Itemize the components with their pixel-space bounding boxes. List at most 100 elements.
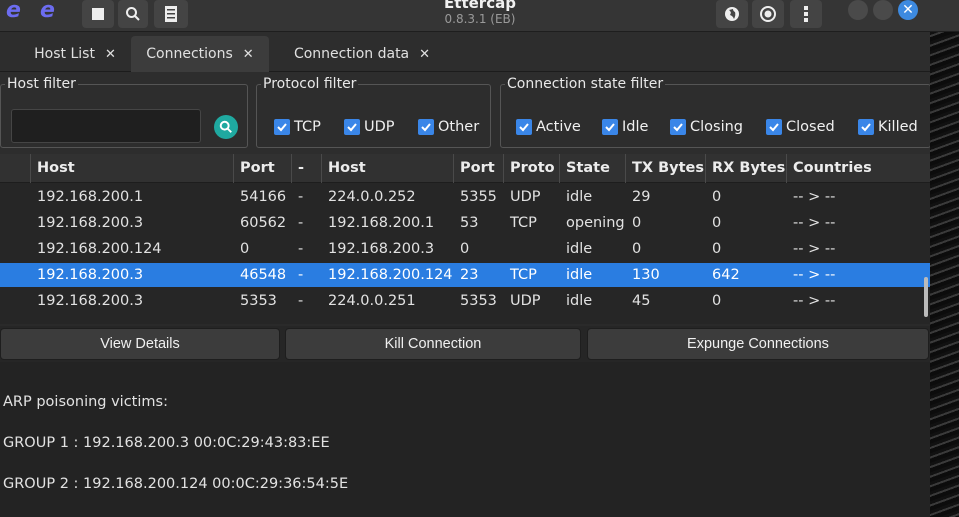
tab-label: Connection data (293, 46, 410, 62)
cell-dest-host: 192.168.200.1 (328, 215, 435, 231)
table-row[interactable]: 192.168.200.1 54166- 224.0.0.252 5355 UDP idl… (0, 185, 930, 209)
column-header-proto[interactable]: Proto (504, 154, 560, 183)
state-closed-checkbox[interactable]: Closed (766, 117, 835, 137)
column-header-dest-host[interactable]: Host (322, 154, 454, 183)
host-filter-search-button[interactable] (214, 115, 238, 139)
checkbox-check-icon (670, 119, 686, 135)
mitm-button[interactable] (752, 0, 784, 28)
checkbox-check-icon (858, 119, 874, 135)
header-bar: e e Ettercap 0.8.3.1 (EB) ✕ (0, 0, 959, 32)
cell-state: idle (566, 267, 593, 283)
protocol-other-checkbox[interactable]: Other (418, 117, 479, 137)
log-line: GROUP 1 : 192.168.200.3 00:0C:29:43:83:E… (3, 435, 330, 451)
ettercap-logo-icon-2[interactable]: e (40, 0, 55, 22)
cell-dest-host: 224.0.0.251 (328, 293, 416, 309)
cell-state: idle (566, 189, 593, 205)
tab-label: Host List (34, 46, 95, 62)
cell-countries: -- > -- (793, 215, 836, 231)
action-button-bar: View Details Kill Connection Expunge Con… (0, 326, 930, 362)
host-filter-label: Host filter (5, 75, 78, 93)
table-row[interactable]: 192.168.200.124 0 - 192.168.200.3 0 idle 0 0 -- … (0, 237, 930, 261)
tab-close-icon[interactable]: ✕ (419, 47, 430, 62)
cell-dest-port: 23 (460, 267, 479, 283)
ettercap-logo-icon[interactable]: e (6, 0, 21, 22)
hosts-list-button[interactable] (154, 0, 188, 28)
close-window-button[interactable]: ✕ (898, 0, 918, 20)
checkbox-label: Other (438, 119, 480, 135)
checkbox-check-icon (516, 119, 532, 135)
checkbox-label: Idle (622, 119, 649, 135)
cell-dest-host: 224.0.0.252 (328, 189, 416, 205)
checkbox-check-icon (274, 119, 290, 135)
tab-connections[interactable]: Connections ✕ (131, 36, 269, 72)
search-icon (126, 7, 140, 21)
cell-rx-bytes: 0 (712, 189, 722, 205)
plugins-button[interactable] (716, 0, 748, 28)
table-row[interactable]: 192.168.200.3 60562- 192.168.200.1 53 TCP ope… (0, 211, 930, 235)
state-closing-checkbox[interactable]: Closing (670, 117, 743, 137)
cell-proto: UDP (510, 189, 541, 205)
tab-label: Connections (146, 46, 233, 62)
cell-separator: - (298, 215, 304, 231)
cell-state: idle (566, 241, 593, 257)
tab-close-icon[interactable]: ✕ (105, 47, 116, 62)
cell-source-host: 192.168.200.3 (37, 293, 144, 309)
connections-table: Host Port - Host Port Proto State TX Byt… (0, 154, 930, 324)
table-row[interactable]: 192.168.200.3 46548- 192.168.200.124 23 TCP i… (0, 263, 930, 287)
desktop-background (930, 32, 959, 517)
column-header-dest-port[interactable]: Port (454, 154, 504, 183)
tab-connection-data[interactable]: Connection data ✕ (282, 36, 442, 72)
hosts-icon (165, 6, 177, 22)
log-line: ARP poisoning victims: (3, 394, 168, 410)
protocol-udp-checkbox[interactable]: UDP (344, 117, 395, 137)
column-header-rx-bytes[interactable]: RX Bytes (706, 154, 787, 183)
host-filter-input[interactable] (11, 109, 201, 143)
checkbox-label: TCP (294, 119, 321, 135)
tab-host-list[interactable]: Host List ✕ (20, 36, 130, 72)
checkbox-label: UDP (364, 119, 395, 135)
cell-countries: -- > -- (793, 293, 836, 309)
filter-panel: Host filter Protocol filter TCP UDP Othe… (0, 72, 935, 154)
message-log: ARP poisoning victims: GROUP 1 : 192.168… (0, 362, 930, 517)
cell-proto (504, 237, 510, 261)
column-header-state[interactable]: State (560, 154, 626, 183)
column-header-tx-bytes[interactable]: TX Bytes (626, 154, 706, 183)
tab-bar: Host List ✕ Connections ✕ Connection dat… (0, 32, 935, 72)
checkbox-label: Closed (786, 119, 835, 135)
cell-tx-bytes: 130 (632, 267, 660, 283)
expunge-connections-button[interactable]: Expunge Connections (587, 328, 929, 360)
cell-countries: -- > -- (793, 267, 836, 283)
minimize-button[interactable] (848, 0, 868, 20)
table-scrollbar[interactable] (924, 277, 928, 317)
column-header-source-host[interactable]: Host (31, 154, 234, 183)
state-killed-checkbox[interactable]: Killed (858, 117, 918, 137)
stop-sniffing-button[interactable] (82, 0, 114, 28)
checkbox-check-icon (602, 119, 618, 135)
cell-state: idle (566, 293, 593, 309)
kill-connection-button[interactable]: Kill Connection (285, 328, 581, 360)
tab-close-icon[interactable]: ✕ (243, 47, 254, 62)
cell-rx-bytes: 0 (712, 293, 722, 309)
protocol-filter-group: Protocol filter (256, 75, 491, 148)
column-header-separator[interactable]: - (292, 154, 322, 183)
protocol-tcp-checkbox[interactable]: TCP (274, 117, 321, 137)
cell-proto: TCP (510, 215, 537, 231)
column-header-source-port[interactable]: Port (234, 154, 292, 183)
table-row[interactable]: 192.168.200.3 5353 - 224.0.0.251 5353 UDP idle… (0, 289, 930, 313)
cell-source-port: 54166 (240, 189, 287, 205)
scan-hosts-button[interactable] (118, 0, 148, 28)
cell-state: opening (566, 215, 625, 231)
log-line: GROUP 2 : 192.168.200.124 00:0C:29:36:54… (3, 476, 349, 492)
view-details-button[interactable]: View Details (0, 328, 280, 360)
cell-source-port: 0 (240, 241, 250, 257)
globe-icon (725, 7, 739, 21)
state-idle-checkbox[interactable]: Idle (602, 117, 648, 137)
column-header-countries[interactable]: Countries (787, 154, 930, 183)
cell-source-port: 60562 (240, 215, 287, 231)
cell-dest-port: 5353 (460, 293, 497, 309)
maximize-button[interactable] (873, 0, 893, 20)
menu-button[interactable] (790, 0, 822, 28)
stop-icon (92, 8, 104, 20)
state-active-checkbox[interactable]: Active (516, 117, 581, 137)
cell-dest-host: 192.168.200.3 (328, 241, 435, 257)
